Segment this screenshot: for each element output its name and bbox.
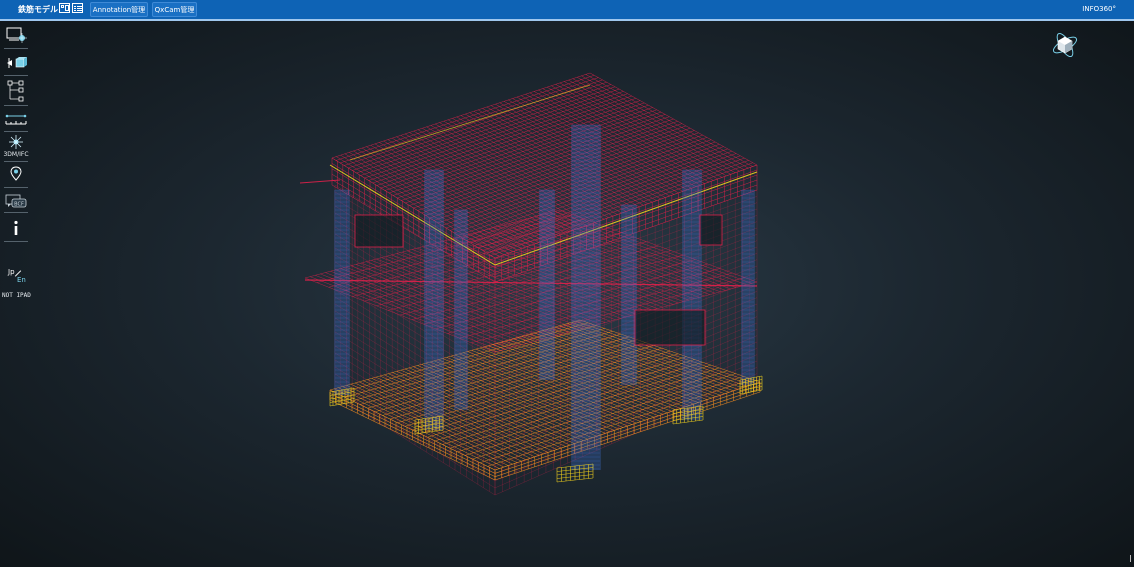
top-bar: 鉄筋モデル Annotation管理 QxCam管理 INFO360° xyxy=(0,0,1134,21)
toolbar-divider xyxy=(4,212,28,213)
toolbar-divider xyxy=(4,241,28,242)
app-title: 鉄筋モデル xyxy=(18,5,58,14)
measure-button[interactable] xyxy=(2,110,30,128)
brand-logo: INFO360° xyxy=(1082,5,1116,13)
screen-capture-button[interactable] xyxy=(2,25,30,45)
view-cube-icon xyxy=(1052,32,1078,58)
bcf-text: BCF xyxy=(14,202,24,208)
info-icon xyxy=(14,220,18,235)
language-jp: Jp xyxy=(8,268,15,276)
model-tree-icon xyxy=(7,80,24,102)
map-pin-icon xyxy=(10,166,22,181)
location-pin-button[interactable] xyxy=(2,165,30,183)
bcf-button[interactable]: BCF xyxy=(2,192,30,210)
annotation-manager-button[interactable]: Annotation管理 xyxy=(90,2,148,17)
language-en: En xyxy=(17,276,26,284)
3d-viewport[interactable] xyxy=(34,24,1130,564)
explode-3dm-ifc-button[interactable] xyxy=(2,134,30,150)
measure-icon xyxy=(5,114,27,125)
toolbar-divider xyxy=(4,75,28,76)
section-box-icon xyxy=(7,57,27,68)
toolbar-divider xyxy=(4,105,28,106)
toolbar-divider xyxy=(4,187,28,188)
rebar-model-wireframe xyxy=(299,72,763,496)
list-view-icon[interactable] xyxy=(72,3,83,13)
toolbar-divider xyxy=(4,48,28,49)
model-tree-button[interactable] xyxy=(2,79,30,103)
qxcam-manager-button[interactable]: QxCam管理 xyxy=(152,2,197,17)
section-box-button[interactable] xyxy=(2,53,30,73)
split-view-icon[interactable] xyxy=(59,3,70,13)
screen-capture-icon xyxy=(6,27,27,43)
toolbar-divider xyxy=(4,131,28,132)
view-cube-button[interactable] xyxy=(1049,29,1081,61)
explode-icon xyxy=(9,135,23,149)
toolbar-divider xyxy=(4,161,28,162)
language-toggle-button[interactable]: Jp En xyxy=(8,268,28,286)
explode-label: 3DM/IFC xyxy=(3,151,29,158)
info-button[interactable] xyxy=(2,219,30,237)
device-note: NOT IPAD xyxy=(2,292,31,299)
bcf-comment-icon: BCF xyxy=(5,194,27,208)
scroll-indicator[interactable] xyxy=(1130,555,1131,562)
